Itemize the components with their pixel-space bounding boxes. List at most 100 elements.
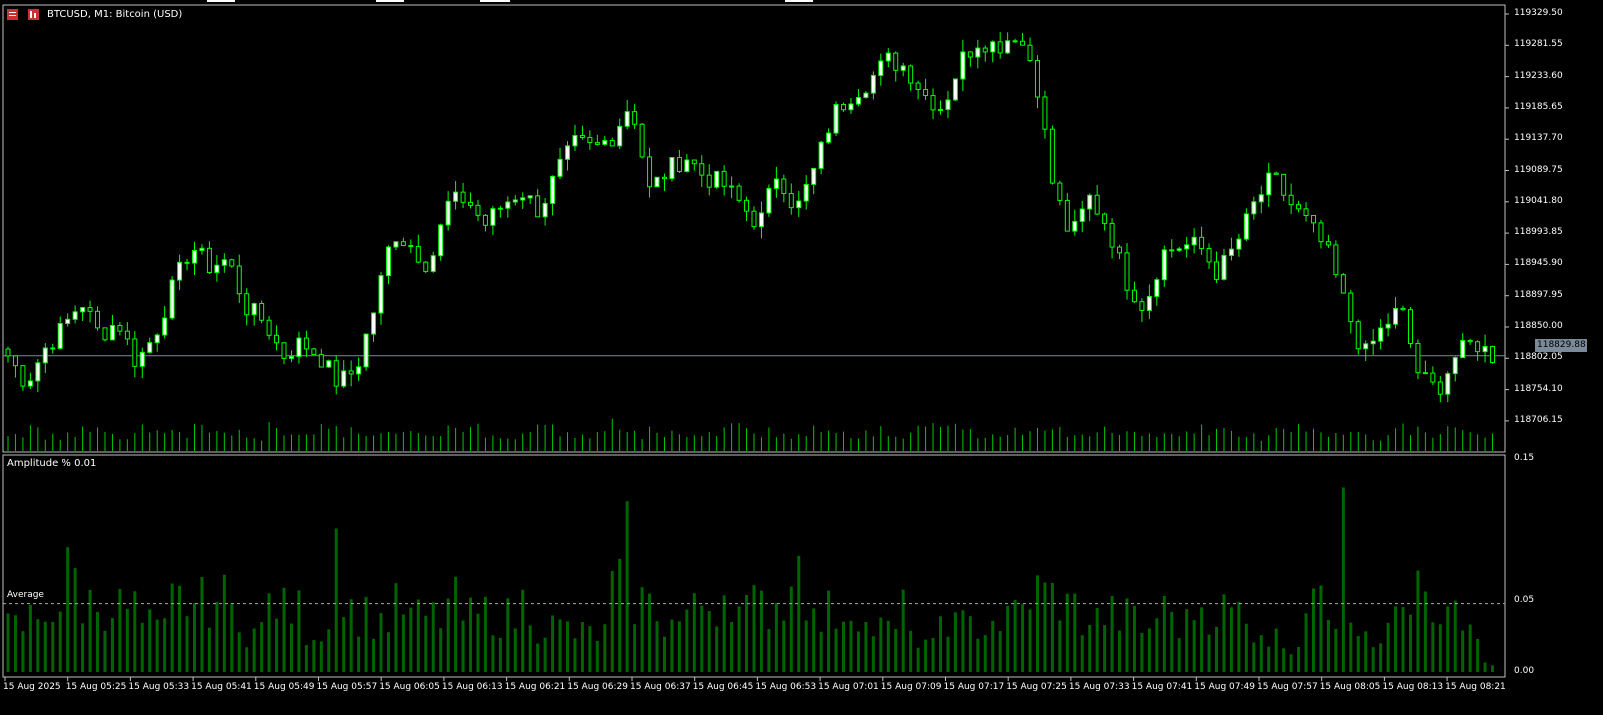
candle-body [1251,201,1257,215]
amplitude-bar [96,611,100,672]
amplitude-bar [1468,624,1472,672]
amplitude-bar [461,620,465,672]
price-tick-label: 119185.65 [1514,101,1563,112]
candle-body [915,82,921,91]
amplitude-bar [573,638,577,672]
amplitude-bar [916,647,920,672]
candle-body [348,370,354,375]
candle-body [408,245,414,248]
candle-body [990,41,996,53]
amplitude-bar [1095,607,1099,672]
amplitude-bar [737,606,741,672]
candle-body [1318,222,1324,243]
candle-body [1042,96,1048,130]
amplitude-bar [304,645,308,672]
price-tick-label: 119089.75 [1514,164,1563,175]
amplitude-bar [207,627,211,672]
candle-body [1467,339,1473,343]
amplitude-bar [1170,611,1174,672]
amplitude-bar [1140,632,1144,672]
candle-body [960,51,966,80]
candle-body [341,370,347,387]
candle-body [288,355,294,359]
candle-body [80,307,86,313]
indicator-tick-label: 0.00 [1514,666,1535,676]
candle-body [639,123,645,158]
amplitude-bar [275,618,279,672]
amplitude-bar [416,599,420,672]
amplitude-bar [946,636,950,672]
amplitude-bar [43,621,47,672]
candle-body [1169,249,1175,252]
amplitude-bar [334,528,338,672]
amplitude-bar [506,598,510,672]
amplitude-bar [1356,636,1360,672]
candle-body [124,330,130,340]
amplitude-bar [655,621,659,672]
amplitude-bar [953,612,957,672]
candle-body [1311,215,1316,224]
amplitude-bar [1267,646,1271,672]
amplitude-bar [170,583,174,672]
amplitude-bar [819,631,823,672]
amplitude-bar [1177,638,1181,672]
amplitude-bar [252,628,256,672]
amplitude-bar [1103,625,1107,672]
candle-body [423,261,429,272]
candle-body [1258,194,1264,203]
amplitude-bar [543,637,547,672]
candle-body [50,347,56,350]
amplitude-bar [789,586,793,672]
amplitude-bar [110,617,114,672]
amplitude-bar [782,620,786,672]
time-tick-label: 15 Aug 06:13 [441,682,503,692]
amplitude-bar [759,590,763,672]
price-tick-label: 119281.55 [1514,39,1563,50]
time-tick-label: 15 Aug 2025 [3,682,61,692]
candle-body [841,103,847,111]
amplitude-bar [1461,630,1465,672]
candle-body [1079,208,1085,222]
candle-body [281,342,287,359]
amplitude-bar [558,619,562,672]
time-tick-label: 15 Aug 06:45 [692,682,754,692]
price-tick-label: 118993.85 [1514,227,1563,238]
candle-body [1452,357,1458,375]
amplitude-bar [483,596,487,672]
amplitude-bar [125,608,129,672]
candle-body [162,317,168,336]
amplitude-bar [469,597,473,672]
amplitude-bar [81,623,85,672]
chart-list-icon[interactable] [7,9,18,20]
amplitude-bar [513,628,517,672]
volume-bars [7,418,1494,451]
candle-body [1109,222,1115,248]
candle-body [184,261,190,264]
amplitude-bar [140,622,144,672]
time-tick-label: 15 Aug 05:33 [128,682,190,692]
amplitude-bar [1207,634,1211,672]
candle-body [490,208,496,226]
candle-body [1296,204,1302,210]
chart-type-icon[interactable] [28,9,39,20]
amplitude-bar [409,607,413,672]
amplitude-bar [1334,628,1338,672]
amplitude-bar [961,610,965,672]
chart-canvas[interactable] [0,0,1603,715]
price-tick-label: 118754.10 [1514,383,1563,394]
candle-body [1400,307,1406,311]
candle-body [714,170,720,188]
candle-body [952,78,958,101]
candle-body [609,140,615,147]
candle-body [147,342,153,353]
candle-body [1064,199,1070,232]
amplitude-bar [745,595,749,672]
time-tick-label: 15 Aug 08:05 [1319,682,1381,692]
candle-body [669,157,675,180]
candle-body [356,366,362,375]
candle-body [818,141,824,169]
candle-body [1117,246,1123,254]
candle-body [736,185,742,201]
amplitude-bar [148,609,152,672]
candle-body [512,199,518,203]
